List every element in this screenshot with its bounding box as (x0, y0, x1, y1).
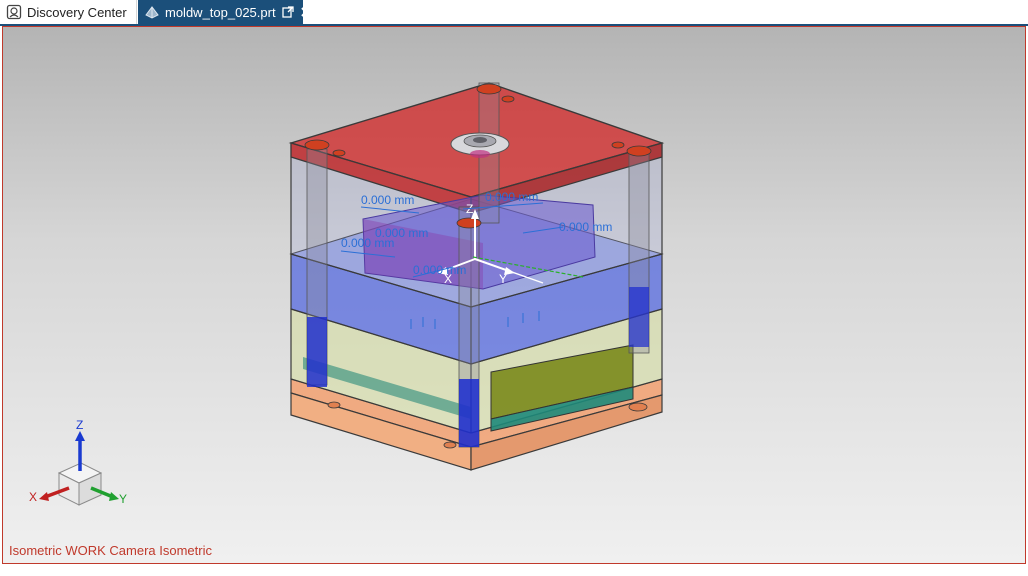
tab-bar: Discovery Center moldw_top_025.prt (0, 0, 1028, 24)
part-file-icon (144, 4, 160, 20)
close-icon[interactable] (300, 5, 312, 19)
triad-z-label: Z (76, 418, 83, 432)
csys-y-label: Y (499, 272, 507, 286)
triad-x-label: X (29, 490, 37, 504)
tab-label: Discovery Center (27, 4, 127, 20)
dimension-label[interactable]: 0.000 mm (361, 193, 414, 207)
view-triad: Z X Y (29, 418, 127, 506)
discovery-center-icon (6, 4, 22, 20)
undock-icon[interactable] (281, 5, 294, 19)
view-status-text: Isometric WORK Camera Isometric (9, 543, 212, 558)
tab-discovery-center[interactable]: Discovery Center (0, 0, 137, 24)
tab-moldw-top-part[interactable]: moldw_top_025.prt (138, 0, 311, 24)
tab-label: moldw_top_025.prt (165, 4, 276, 20)
dimension-label[interactable]: 0.000 mm (559, 220, 612, 234)
dimension-label[interactable]: 0.000 mm (341, 236, 394, 250)
mold-assembly-model: Z X Y 0.000 mm 0.000 mm 0.000 mm 0.000 m… (29, 82, 665, 506)
graphics-viewport[interactable]: Z X Y 0.000 mm 0.000 mm 0.000 mm 0.000 m… (2, 26, 1026, 564)
triad-y-label: Y (119, 492, 127, 506)
dimension-label[interactable]: 0.000 mm (485, 190, 538, 204)
